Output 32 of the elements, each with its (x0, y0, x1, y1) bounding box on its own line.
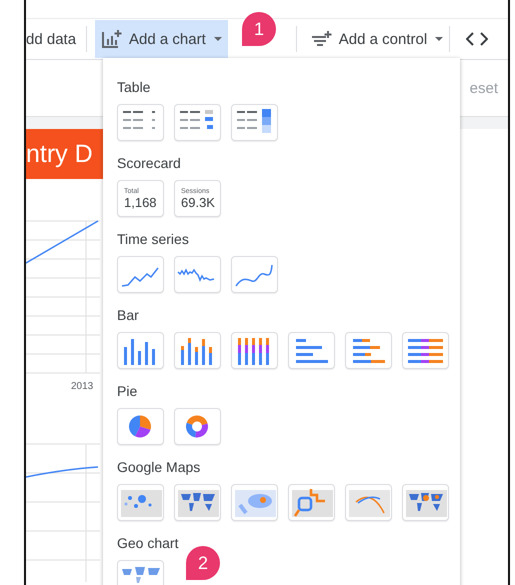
chart-type-option[interactable] (402, 332, 449, 369)
section-title: Google Maps (117, 458, 202, 476)
chart-type-option[interactable] (345, 332, 392, 369)
chart-type-option[interactable] (174, 256, 221, 293)
section-title: Time series (117, 230, 190, 248)
add-data-button[interactable]: dd data (26, 30, 76, 48)
chart-type-option[interactable] (117, 408, 164, 445)
add-chart-button[interactable]: Add a chart (95, 20, 228, 58)
chart-type-option[interactable] (231, 104, 278, 141)
axis-label: 2013 (71, 381, 94, 392)
chart-type-option[interactable] (231, 256, 278, 293)
code-icon (466, 32, 488, 46)
report-title: ntry D (26, 129, 104, 179)
chart-type-option[interactable] (231, 332, 278, 369)
chart-type-option[interactable] (117, 104, 164, 141)
section-title: Pie (117, 382, 138, 400)
chart-type-option[interactable] (174, 104, 221, 141)
section-title: Geo chart (117, 534, 180, 552)
section-title: Table (117, 78, 152, 96)
caret-icon (435, 37, 444, 41)
chart-type-option[interactable] (174, 332, 221, 369)
chart-add-icon (101, 29, 124, 49)
caret-icon (214, 37, 222, 41)
section-title: Scorecard (117, 154, 182, 172)
chart-type-option[interactable] (117, 332, 164, 369)
section-title: Bar (117, 306, 140, 324)
chart-type-option[interactable] (288, 332, 335, 369)
add-control-button[interactable]: Add a control (304, 20, 450, 58)
chart-type-option[interactable] (174, 408, 221, 445)
filter-add-icon (310, 30, 333, 48)
chart-type-option[interactable] (117, 256, 164, 293)
step-badge: 1 (242, 12, 276, 46)
